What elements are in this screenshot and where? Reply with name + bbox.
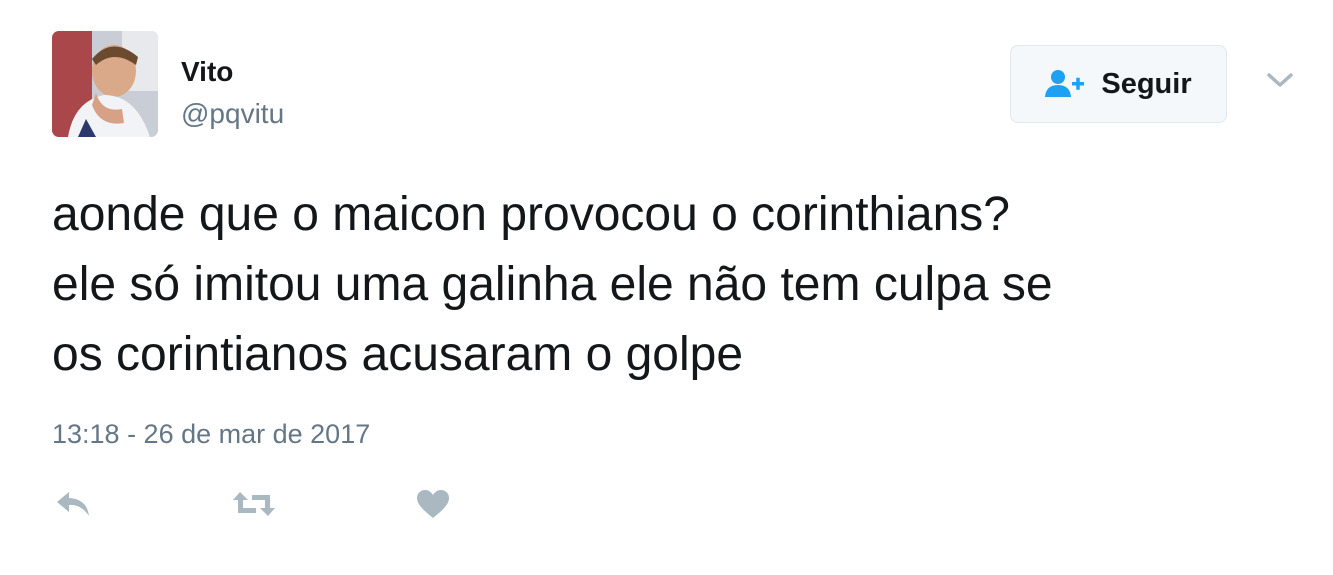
tweet-timestamp[interactable]: 13:18 - 26 de mar de 2017 (52, 416, 370, 452)
like-button[interactable] (415, 488, 451, 524)
heart-icon (415, 488, 451, 525)
user-handle[interactable]: @pqvitu (181, 96, 284, 132)
retweet-icon (230, 488, 278, 525)
reply-button[interactable] (55, 488, 93, 524)
tweet-card: Vito @pqvitu Seguir aonde que o maicon p… (0, 0, 1333, 575)
tweet-text-line: ele só imitou uma galinha ele não tem cu… (52, 258, 1053, 311)
follow-button[interactable]: Seguir (1010, 45, 1227, 123)
avatar[interactable] (52, 31, 158, 137)
reply-icon (55, 489, 93, 524)
user-name[interactable]: Vito (181, 54, 233, 90)
avatar-image (52, 31, 158, 137)
chevron-down-icon[interactable] (1265, 70, 1295, 92)
tweet-text-line: aonde que o maicon provocou o corinthian… (52, 188, 1010, 241)
retweet-button[interactable] (230, 488, 278, 524)
add-user-icon (1045, 69, 1085, 99)
tweet-text-line: os corintianos acusaram o golpe (52, 328, 744, 381)
follow-button-label: Seguir (1101, 67, 1192, 100)
tweet-text: aonde que o maicon provocou o corinthian… (52, 180, 1312, 390)
